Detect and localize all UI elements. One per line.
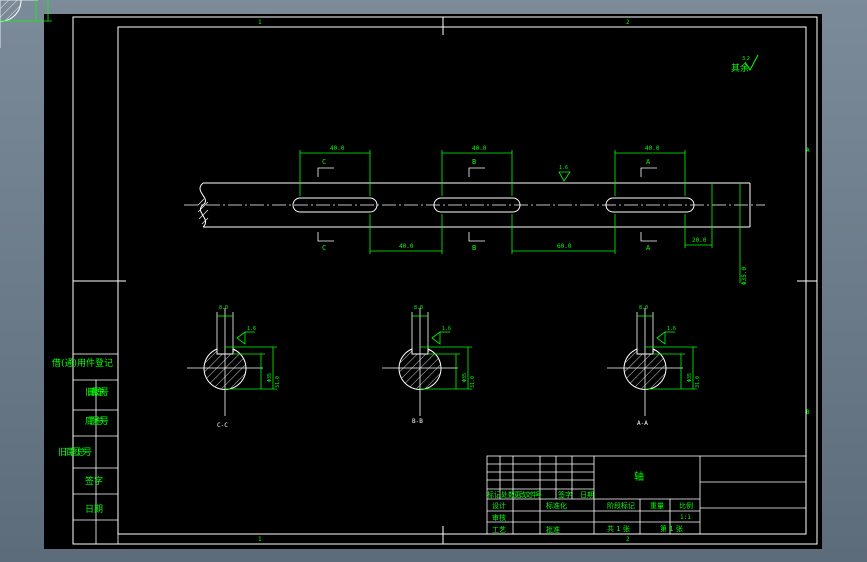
dim-bottom-2: 60.0 <box>557 243 572 250</box>
zone-label-top-2: 2 <box>626 19 630 26</box>
side-table-reg: 借(通)用件登记 <box>52 357 113 369</box>
section-c-roughness: 1.6 <box>247 326 256 332</box>
title-design: 设计 <box>492 501 506 510</box>
zone-label-right-a: A <box>806 147 810 154</box>
section-b-roughness: 1.6 <box>442 326 451 332</box>
drawing-sheet <box>44 14 822 549</box>
title-scale: 比例 <box>679 501 693 510</box>
side-table-date: 日期 <box>85 504 103 515</box>
section-c-keyway-width: 8.0 <box>219 305 228 311</box>
drawing-canvas[interactable]: 1 2 A B 1 2 其余 3.2 40.0 40.0 40.0 C C B … <box>0 0 867 562</box>
title-header-sign: 签字 <box>558 490 572 499</box>
title-header-count: 处数 <box>501 490 515 499</box>
section-marker-c-bottom: C <box>322 244 326 252</box>
shaft-roughness-value: 1.6 <box>559 165 568 171</box>
title-standard: 标准化 <box>546 501 567 510</box>
zone-label-bottom-2: 2 <box>626 536 630 543</box>
section-a-depth-b: 31.0 <box>695 376 701 388</box>
section-b-keyway-width: 8.0 <box>414 305 423 311</box>
dim-diameter: Φ35.0 <box>741 267 748 285</box>
dim-top-b: 40.0 <box>472 145 487 152</box>
title-header-change: 更改文件号 <box>514 490 542 499</box>
roughness-symbol-value: 3.2 <box>742 56 750 62</box>
title-sheet-total: 共 1 张 <box>607 524 630 533</box>
dim-top-a: 40.0 <box>645 145 660 152</box>
side-table-sign: 签字 <box>85 475 103 487</box>
section-a-keyway-width: 8.0 <box>639 305 648 311</box>
title-part-name: 轴 <box>634 470 644 483</box>
section-c-depth-a: Φ35 <box>267 373 273 382</box>
section-b-depth-a: Φ35 <box>462 373 468 382</box>
dim-bottom-3: 20.0 <box>692 237 707 244</box>
section-a-depth-a: Φ35 <box>687 373 693 382</box>
title-stage: 阶段标记 <box>607 501 635 510</box>
side-table-base: 底图总号 <box>85 415 109 427</box>
title-sheet-no: 第 1 张 <box>660 524 683 533</box>
section-b-depth-b: 31.0 <box>470 376 476 388</box>
section-b-label: B-B <box>412 418 423 425</box>
title-review: 审核 <box>492 513 506 522</box>
title-approval: 批准 <box>546 525 560 534</box>
section-a-roughness: 1.6 <box>667 326 676 332</box>
section-c-label: C-C <box>217 422 228 429</box>
title-header-date: 日期 <box>580 491 594 499</box>
title-process: 工艺 <box>492 526 506 534</box>
section-a-label: A-A <box>637 420 648 427</box>
section-marker-b-bottom: B <box>472 244 476 252</box>
side-table-old-base: 旧底图总号 <box>85 386 109 398</box>
zone-label-bottom-1: 1 <box>258 536 262 543</box>
dim-bottom-1: 40.0 <box>399 243 414 250</box>
section-marker-b-top: B <box>472 158 476 166</box>
zone-label-right-b: B <box>806 409 810 416</box>
section-marker-c-top: C <box>322 158 326 166</box>
title-scale-value: 1:1 <box>680 514 691 521</box>
zone-label-top-1: 1 <box>258 19 262 26</box>
title-weight: 重量 <box>650 502 664 510</box>
dim-top-c: 40.0 <box>330 145 345 152</box>
cad-viewport: 1 2 A B 1 2 其余 3.2 40.0 40.0 40.0 C C B … <box>0 0 867 562</box>
title-header-mark: 标记 <box>487 490 501 499</box>
side-table-old-base-2: 旧底图总号 <box>58 446 92 458</box>
section-c-depth-b: 31.0 <box>275 376 281 388</box>
